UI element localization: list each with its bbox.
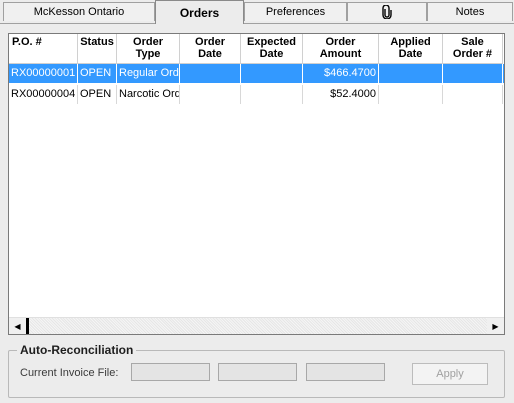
column-header-sale-order[interactable]: Sale Order # <box>443 34 503 64</box>
column-header-po[interactable]: P.O. # <box>9 34 78 64</box>
cell-order-amount: $52.4000 <box>303 85 379 104</box>
current-invoice-file-label: Current Invoice File: <box>20 367 119 379</box>
column-header-expected-date[interactable]: Expected Date <box>241 34 303 64</box>
scroll-left-button[interactable]: ◀ <box>9 318 26 334</box>
grid-header: P.O. # Status Order Type Order Date Expe… <box>9 34 504 64</box>
cell-order-date <box>180 64 241 83</box>
table-row[interactable]: RX00000001 OPEN Regular Orde $466.4700 <box>9 64 504 83</box>
column-header-order-date[interactable]: Order Date <box>180 34 241 64</box>
cell-po: RX00000004 <box>9 85 78 104</box>
tab-label: McKesson Ontario <box>33 6 125 18</box>
cell-order-date <box>180 85 241 104</box>
paperclip-icon <box>382 5 392 19</box>
tab-label: Preferences <box>265 6 326 18</box>
auto-reconciliation-group: Auto-Reconciliation Current Invoice File… <box>8 343 505 398</box>
horizontal-scrollbar[interactable]: ◀ ▶ <box>9 317 504 334</box>
apply-label: Apply <box>436 368 464 380</box>
column-header-status[interactable]: Status <box>78 34 117 64</box>
cell-sale-order <box>443 64 503 83</box>
tab-mckesson-ontario[interactable]: McKesson Ontario <box>3 2 155 21</box>
group-title: Auto-Reconciliation <box>17 343 137 357</box>
cell-expected-date <box>241 85 303 104</box>
column-header-order-type[interactable]: Order Type <box>117 34 180 64</box>
tab-attachments[interactable] <box>347 2 427 21</box>
cell-order-type: Regular Orde <box>117 64 180 83</box>
cell-order-amount: $466.4700 <box>303 64 379 83</box>
tab-preferences[interactable]: Preferences <box>244 2 347 21</box>
cell-status: OPEN <box>78 85 117 104</box>
cell-order-type: Narcotic Ord <box>117 85 180 104</box>
cell-sale-order <box>443 85 503 104</box>
scroll-track[interactable] <box>29 318 487 334</box>
scroll-right-button[interactable]: ▶ <box>487 318 504 334</box>
tab-divider <box>0 23 514 24</box>
tab-label: Notes <box>455 6 485 18</box>
column-header-applied-date[interactable]: Applied Date <box>379 34 443 64</box>
invoice-file-field-2[interactable] <box>218 363 297 381</box>
invoice-file-field-3[interactable] <box>306 363 385 381</box>
apply-button[interactable]: Apply <box>412 363 488 385</box>
tab-label: Orders <box>179 5 220 20</box>
invoice-file-field-1[interactable] <box>131 363 210 381</box>
cell-status: OPEN <box>78 64 117 83</box>
tab-notes[interactable]: Notes <box>427 2 513 21</box>
tab-bar: McKesson Ontario Orders Preferences Note… <box>0 0 514 24</box>
cell-po: RX00000001 <box>9 64 78 83</box>
column-header-order-amount[interactable]: Order Amount <box>303 34 379 64</box>
table-row[interactable]: RX00000004 OPEN Narcotic Ord $52.4000 <box>9 85 504 104</box>
orders-grid[interactable]: P.O. # Status Order Type Order Date Expe… <box>8 33 505 335</box>
cell-expected-date <box>241 64 303 83</box>
cell-applied-date <box>379 64 443 83</box>
tab-orders[interactable]: Orders <box>155 0 244 24</box>
cell-applied-date <box>379 85 443 104</box>
